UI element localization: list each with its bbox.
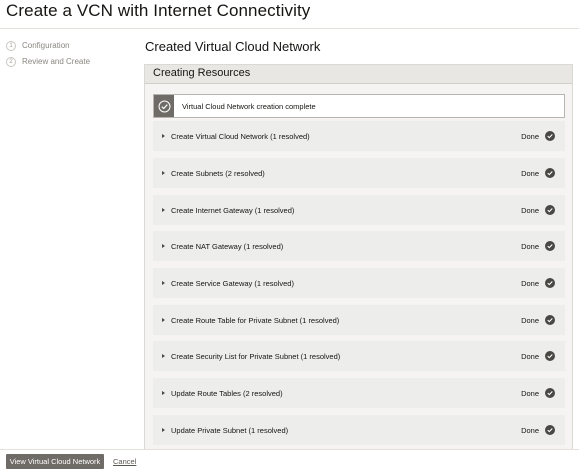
step-label: Configuration xyxy=(22,41,70,50)
cancel-link[interactable]: Cancel xyxy=(113,457,136,466)
expand-caret-icon[interactable] xyxy=(162,391,165,395)
creating-resources-panel: Creating Resources Virtual Cloud Network… xyxy=(144,64,573,450)
view-virtual-cloud-network-button[interactable]: View Virtual Cloud Network xyxy=(6,454,104,469)
expand-caret-icon[interactable] xyxy=(162,281,165,285)
expand-caret-icon[interactable] xyxy=(162,428,165,432)
task-status: Done xyxy=(521,351,539,361)
step-configuration[interactable]: 1 Configuration xyxy=(6,38,136,53)
task-status: Done xyxy=(521,388,539,398)
expand-caret-icon[interactable] xyxy=(162,208,165,212)
expand-caret-icon[interactable] xyxy=(162,318,165,322)
task-status: Done xyxy=(521,425,539,435)
done-check-icon xyxy=(545,351,555,361)
done-check-icon xyxy=(545,388,555,398)
expand-caret-icon[interactable] xyxy=(162,171,165,175)
step-number: 2 xyxy=(6,56,16,67)
footer-divider xyxy=(0,449,579,450)
task-label: Create Internet Gateway (1 resolved) xyxy=(171,205,295,215)
done-check-icon xyxy=(545,278,555,288)
expand-caret-icon[interactable] xyxy=(162,354,165,358)
step-number: 1 xyxy=(6,40,16,51)
task-label: Create Service Gateway (1 resolved) xyxy=(171,278,294,288)
done-check-icon xyxy=(545,131,555,141)
step-review-and-create[interactable]: 2 Review and Create xyxy=(6,54,136,69)
task-status: Done xyxy=(521,278,539,288)
task-status: Done xyxy=(521,205,539,215)
panel-header: Creating Resources xyxy=(145,65,572,84)
completion-banner: Virtual Cloud Network creation complete xyxy=(153,94,565,118)
task-label: Update Private Subnet (1 resolved) xyxy=(171,425,289,435)
task-row[interactable]: Create Virtual Cloud Network (1 resolved… xyxy=(153,121,565,151)
page-title: Create a VCN with Internet Connectivity xyxy=(6,1,311,20)
done-check-icon xyxy=(545,168,555,178)
task-label: Create Subnets (2 resolved) xyxy=(171,168,265,178)
task-status: Done xyxy=(521,315,539,325)
task-row[interactable]: Update Private Subnet (1 resolved) Done xyxy=(153,415,565,445)
section-heading: Created Virtual Cloud Network xyxy=(145,39,321,54)
task-row[interactable]: Update Route Tables (2 resolved) Done xyxy=(153,378,565,408)
banner-text: Virtual Cloud Network creation complete xyxy=(182,101,316,111)
task-label: Create NAT Gateway (1 resolved) xyxy=(171,241,284,251)
done-check-icon xyxy=(545,425,555,435)
task-status: Done xyxy=(521,168,539,178)
expand-caret-icon[interactable] xyxy=(162,244,165,248)
task-status: Done xyxy=(521,131,539,141)
title-divider xyxy=(0,28,579,29)
task-row[interactable]: Create Security List for Private Subnet … xyxy=(153,341,565,371)
wizard-steps: 1 Configuration 2 Review and Create xyxy=(6,38,136,70)
expand-caret-icon[interactable] xyxy=(162,134,165,138)
done-check-icon xyxy=(545,205,555,215)
task-row[interactable]: Create Route Table for Private Subnet (1… xyxy=(153,305,565,335)
done-check-icon xyxy=(545,241,555,251)
task-label: Create Virtual Cloud Network (1 resolved… xyxy=(171,131,310,141)
step-label: Review and Create xyxy=(22,57,91,66)
done-check-icon xyxy=(545,315,555,325)
task-status: Done xyxy=(521,241,539,251)
task-row[interactable]: Create Service Gateway (1 resolved) Done xyxy=(153,268,565,298)
task-label: Create Security List for Private Subnet … xyxy=(171,351,341,361)
task-row[interactable]: Create NAT Gateway (1 resolved) Done xyxy=(153,231,565,261)
task-row[interactable]: Create Subnets (2 resolved) Done xyxy=(153,158,565,188)
task-label: Create Route Table for Private Subnet (1… xyxy=(171,315,340,325)
check-circle-icon xyxy=(154,95,174,117)
task-label: Update Route Tables (2 resolved) xyxy=(171,388,283,398)
task-row[interactable]: Create Internet Gateway (1 resolved) Don… xyxy=(153,195,565,225)
